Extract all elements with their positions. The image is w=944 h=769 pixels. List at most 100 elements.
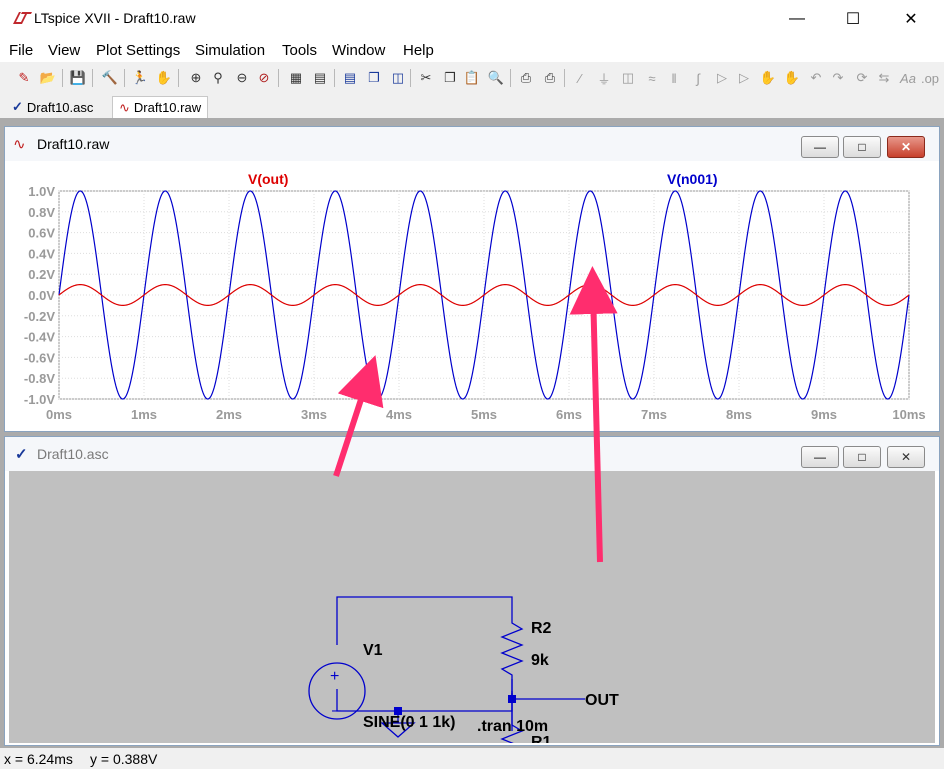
source-value-label[interactable]: SINE(0 1 1k) xyxy=(363,714,455,731)
label-net-icon[interactable]: ◫ xyxy=(618,69,638,87)
tab-draft10-asc[interactable]: ✓ Draft10.asc xyxy=(6,96,99,118)
x-tick-label: 5ms xyxy=(471,407,497,422)
text-icon[interactable]: Aa xyxy=(898,69,918,87)
diode-icon[interactable]: ▷ xyxy=(712,69,732,87)
document-tabs: ✓ Draft10.asc ∿ Draft10.raw xyxy=(0,94,944,118)
schematic-window-titlebar[interactable]: ✓ Draft10.asc — □ ✕ xyxy=(5,437,939,471)
tile-vertical-icon[interactable]: ◫ xyxy=(388,69,408,87)
mirror-icon[interactable]: ⇆ xyxy=(874,69,894,87)
drag-icon[interactable]: ✋ xyxy=(782,69,802,87)
maximize-button[interactable]: ☐ xyxy=(830,0,876,38)
y-tick-label: -0.8V xyxy=(24,371,55,386)
cut-icon[interactable]: ✂ xyxy=(416,69,436,87)
zoom-out-icon[interactable]: ⊖ xyxy=(232,69,252,87)
x-tick-label: 4ms xyxy=(386,407,412,422)
menu-tools[interactable]: Tools xyxy=(282,42,317,59)
r2-name-label[interactable]: R2 xyxy=(531,620,552,637)
undo-icon[interactable]: ↶ xyxy=(806,69,826,87)
waveform-minimize-button[interactable]: — xyxy=(801,136,839,158)
schematic-close-button[interactable]: ✕ xyxy=(887,446,925,468)
move-icon[interactable]: ✋ xyxy=(758,69,778,87)
menu-bar: File View Plot Settings Simulation Tools… xyxy=(0,38,944,62)
spice-directive-icon[interactable]: .op xyxy=(920,69,940,87)
y-tick-label: 0.0V xyxy=(28,288,55,303)
waveform-window-title: Draft10.raw xyxy=(37,136,110,152)
tab-label: Draft10.asc xyxy=(26,99,94,115)
waveform-icon: ∿ xyxy=(13,136,26,153)
print-preview-icon[interactable]: ⎙ xyxy=(516,69,536,87)
x-tick-label: 8ms xyxy=(726,407,752,422)
open-folder-icon[interactable]: 📂 xyxy=(38,69,58,87)
halt-icon[interactable]: ✋ xyxy=(154,69,174,87)
schematic-icon: ✓ xyxy=(15,446,28,463)
ground-icon[interactable]: ⏚ xyxy=(594,69,614,87)
close-button[interactable]: ✕ xyxy=(888,0,934,38)
y-tick-label: 0.4V xyxy=(28,246,55,261)
status-bar: x = 6.24ms y = 0.388V xyxy=(0,748,944,769)
junction-out xyxy=(508,695,516,703)
waveform-window-titlebar[interactable]: ∿ Draft10.raw — □ ✕ xyxy=(5,127,939,161)
x-tick-label: 0ms xyxy=(46,407,72,422)
minimize-button[interactable]: — xyxy=(774,0,820,38)
draw-wire-icon[interactable]: ∕ xyxy=(570,69,590,87)
menu-help[interactable]: Help xyxy=(403,42,434,59)
waveform-restore-button[interactable]: □ xyxy=(843,136,881,158)
r1-name-label[interactable]: R1 xyxy=(531,734,552,743)
tab-draft10-raw[interactable]: ∿ Draft10.raw xyxy=(112,96,209,118)
net-label-out[interactable]: OUT xyxy=(585,692,619,709)
menu-window[interactable]: Window xyxy=(332,42,385,59)
tab-label: Draft10.raw xyxy=(133,100,202,115)
rotate-icon[interactable]: ⟳ xyxy=(852,69,872,87)
schematic-icon: ✓ xyxy=(12,99,23,114)
print-icon[interactable]: ⎙ xyxy=(540,69,560,87)
zoom-in-icon[interactable]: ⊕ xyxy=(186,69,206,87)
schematic-window-title: Draft10.asc xyxy=(37,446,109,462)
pan-icon[interactable]: ⚲ xyxy=(208,69,228,87)
r2-value-label[interactable]: 9k xyxy=(531,652,549,669)
cascade-icon[interactable]: ❐ xyxy=(364,69,384,87)
source-name-label[interactable]: V1 xyxy=(363,642,383,659)
schematic-window: ✓ Draft10.asc — □ ✕ + – V1 SINE(0 1 1k) … xyxy=(4,436,940,746)
tile-horizontal-icon[interactable]: ▤ xyxy=(340,69,360,87)
inductor-icon[interactable]: ∫ xyxy=(688,69,708,87)
resistor-icon[interactable]: ≈ xyxy=(642,69,662,87)
mdi-area: ∿ Draft10.raw — □ ✕ 1.0V 0.8V 0.6V 0.4V 0.2V… xyxy=(0,118,944,748)
copy-icon[interactable]: ❐ xyxy=(440,69,460,87)
component-icon[interactable]: ▷ xyxy=(734,69,754,87)
waveform-close-button[interactable]: ✕ xyxy=(887,136,925,158)
menu-simulation[interactable]: Simulation xyxy=(195,42,265,59)
schematic-minimize-button[interactable]: — xyxy=(801,446,839,468)
x-tick-label: 2ms xyxy=(216,407,242,422)
y-tick-label: -0.6V xyxy=(24,350,55,365)
trace-label-vout[interactable]: V(out) xyxy=(248,171,288,187)
new-schematic-icon[interactable]: ✎ xyxy=(14,69,34,87)
control-panel-icon[interactable]: 🔨 xyxy=(100,69,120,87)
menu-file[interactable]: File xyxy=(9,42,33,59)
zoom-fit-icon[interactable]: ⊘ xyxy=(254,69,274,87)
find-icon[interactable]: 🔍 xyxy=(486,69,506,87)
waveform-window: ∿ Draft10.raw — □ ✕ 1.0V 0.8V 0.6V 0.4V 0.2V… xyxy=(4,126,940,432)
waveform-plot[interactable]: 1.0V 0.8V 0.6V 0.4V 0.2V 0.0V -0.2V -0.4V -0.6V -… xyxy=(5,161,939,431)
schematic-restore-button[interactable]: □ xyxy=(843,446,881,468)
run-icon[interactable]: 🏃 xyxy=(130,69,150,87)
status-x-readout: x = 6.24ms xyxy=(4,751,73,767)
schematic-canvas[interactable]: + – V1 SINE(0 1 1k) R2 9k OUT R1 1k .tra… xyxy=(9,471,935,743)
paste-icon[interactable]: 📋 xyxy=(462,69,482,87)
redo-icon[interactable]: ↷ xyxy=(828,69,848,87)
y-tick-label: 0.6V xyxy=(28,226,55,241)
ltspice-logo-icon xyxy=(13,12,32,24)
save-icon[interactable]: 💾 xyxy=(68,69,88,87)
plot-pane-icon[interactable]: ▤ xyxy=(310,69,330,87)
spice-directive[interactable]: .tran 10m xyxy=(477,718,548,735)
y-tick-label: -0.4V xyxy=(24,330,55,345)
menu-plot-settings[interactable]: Plot Settings xyxy=(96,42,180,59)
autorange-icon[interactable]: ▦ xyxy=(286,69,306,87)
y-tick-label: -0.2V xyxy=(24,309,55,324)
menu-view[interactable]: View xyxy=(48,42,80,59)
y-tick-label: 0.8V xyxy=(28,205,55,220)
svg-text:–: – xyxy=(332,702,341,719)
y-tick-label: -1.0V xyxy=(24,392,55,407)
capacitor-icon[interactable]: ‖ xyxy=(664,69,684,87)
toolbar: ✎ 📂 💾 🔨 🏃 ✋ ⊕ ⚲ ⊖ ⊘ ▦ ▤ ▤ ❐ ◫ ✂ ❐ 📋 🔍 ⎙ … xyxy=(0,62,944,95)
trace-label-vn001[interactable]: V(n001) xyxy=(667,171,718,187)
